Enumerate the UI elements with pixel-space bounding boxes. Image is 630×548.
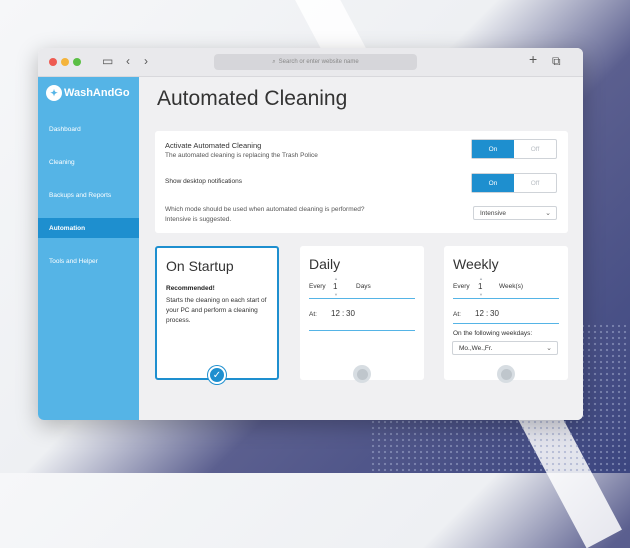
every-label: Every <box>453 283 470 290</box>
daily-count[interactable]: 1 <box>333 282 337 291</box>
activate-subtext: The automated cleaning is replacing the … <box>165 152 318 159</box>
weekdays-label: On the following weekdays: <box>453 330 533 337</box>
close-window-button[interactable] <box>49 58 57 66</box>
chevron-down-icon: ⌄ <box>545 210 551 217</box>
card-title: On Startup <box>166 258 234 274</box>
mode-select-value: Intensive <box>480 209 507 217</box>
weekly-minute[interactable]: 30 <box>490 309 499 318</box>
increment-icon[interactable]: ▲ <box>479 276 483 281</box>
daily-count-underline <box>309 298 415 299</box>
toggle-on-option[interactable]: On <box>472 174 514 192</box>
at-label: At: <box>309 311 317 318</box>
daily-minute[interactable]: 30 <box>346 309 355 318</box>
sidebar-toggle-icon[interactable]: ▭ <box>102 54 113 68</box>
recommended-label: Recommended! <box>166 285 215 292</box>
radio-inner <box>500 368 512 380</box>
weekly-radio[interactable] <box>497 365 515 383</box>
sidebar-item-label: Cleaning <box>49 158 75 166</box>
weekdays-select[interactable]: Mo.,We.,Fr. ⌄ <box>452 341 558 355</box>
weekly-count-underline <box>453 298 559 299</box>
startup-card[interactable]: On Startup Recommended! Starts the clean… <box>155 246 279 384</box>
mode-select[interactable]: Intensive ⌄ <box>473 206 557 220</box>
sidebar-item-label: Automation <box>49 224 86 232</box>
daily-card[interactable]: Daily Every ▲ 1 ▼ Days At: 12 : 30 <box>300 246 424 383</box>
radio-inner <box>356 368 368 380</box>
notifications-label: Show desktop notifications <box>165 178 242 185</box>
increment-icon[interactable]: ▲ <box>334 276 338 281</box>
activate-toggle[interactable]: On Off <box>471 139 557 159</box>
address-bar[interactable]: ⌕ Search or enter website name <box>214 54 417 70</box>
daily-hour[interactable]: 12 <box>331 309 340 318</box>
sidebar-item-dashboard[interactable]: Dashboard <box>38 119 139 139</box>
sidebar: ✦ WashAndGo Dashboard Cleaning Backups a… <box>38 77 139 420</box>
checkmark-icon: ✓ <box>212 369 222 381</box>
weekdays-value: Mo.,We.,Fr. <box>459 344 493 352</box>
sidebar-item-label: Dashboard <box>49 125 81 133</box>
back-icon[interactable]: ‹ <box>126 54 130 68</box>
new-tab-icon[interactable]: + <box>529 51 537 67</box>
sidebar-item-automation[interactable]: Automation <box>38 218 139 238</box>
sidebar-item-cleaning[interactable]: Cleaning <box>38 152 139 172</box>
toggle-off-option[interactable]: Off <box>514 140 556 158</box>
every-label: Every <box>309 283 326 290</box>
broom-icon: ✦ <box>46 85 62 101</box>
daily-time-underline <box>309 330 415 331</box>
mode-question: Which mode should be used when automated… <box>165 206 365 213</box>
startup-radio[interactable]: ✓ <box>208 366 226 384</box>
tabs-overview-icon[interactable]: ⧉ <box>552 54 561 69</box>
minimize-window-button[interactable] <box>61 58 69 66</box>
time-separator: : <box>342 309 345 318</box>
weekly-card[interactable]: Weekly Every ▲ 1 ▼ Week(s) At: 12 : 30 O… <box>444 246 568 383</box>
address-placeholder: Search or enter website name <box>278 59 359 65</box>
forward-icon[interactable]: › <box>144 54 148 68</box>
toggle-on-option[interactable]: On <box>472 140 514 158</box>
weeks-unit-label: Week(s) <box>499 283 524 290</box>
startup-description: Starts the cleaning on each start of you… <box>166 297 267 324</box>
sidebar-item-label: Tools and Helper <box>49 257 98 265</box>
sidebar-item-backups[interactable]: Backups and Reports <box>38 185 139 205</box>
mode-hint: Intensive is suggested. <box>165 216 232 223</box>
settings-panel: Activate Automated Cleaning The automate… <box>155 131 568 233</box>
card-title: Weekly <box>453 256 499 272</box>
time-separator: : <box>486 309 489 318</box>
maximize-window-button[interactable] <box>73 58 81 66</box>
weekly-hour[interactable]: 12 <box>475 309 484 318</box>
activate-label: Activate Automated Cleaning <box>165 141 262 150</box>
brand-name: WashAndGo <box>64 87 130 99</box>
decrement-icon[interactable]: ▼ <box>479 292 483 297</box>
sidebar-item-label: Backups and Reports <box>49 191 112 199</box>
app-window: ▭ ‹ › ⌕ Search or enter website name + ⧉… <box>38 48 583 420</box>
search-icon: ⌕ <box>272 58 276 65</box>
days-unit-label: Days <box>356 283 371 290</box>
main-content: Automated Cleaning Activate Automated Cl… <box>139 77 583 420</box>
sidebar-item-tools[interactable]: Tools and Helper <box>38 251 139 271</box>
decrement-icon[interactable]: ▼ <box>334 292 338 297</box>
daily-radio[interactable] <box>353 365 371 383</box>
page-title: Automated Cleaning <box>157 87 348 110</box>
browser-toolbar: ▭ ‹ › ⌕ Search or enter website name + ⧉ <box>38 48 583 77</box>
at-label: At: <box>453 311 461 318</box>
app-logo: ✦ WashAndGo <box>46 85 130 101</box>
weekly-count[interactable]: 1 <box>478 282 482 291</box>
notifications-toggle[interactable]: On Off <box>471 173 557 193</box>
toggle-off-option[interactable]: Off <box>514 174 556 192</box>
weekly-time-underline <box>453 323 559 324</box>
card-title: Daily <box>309 256 341 272</box>
chevron-down-icon: ⌄ <box>546 345 552 352</box>
